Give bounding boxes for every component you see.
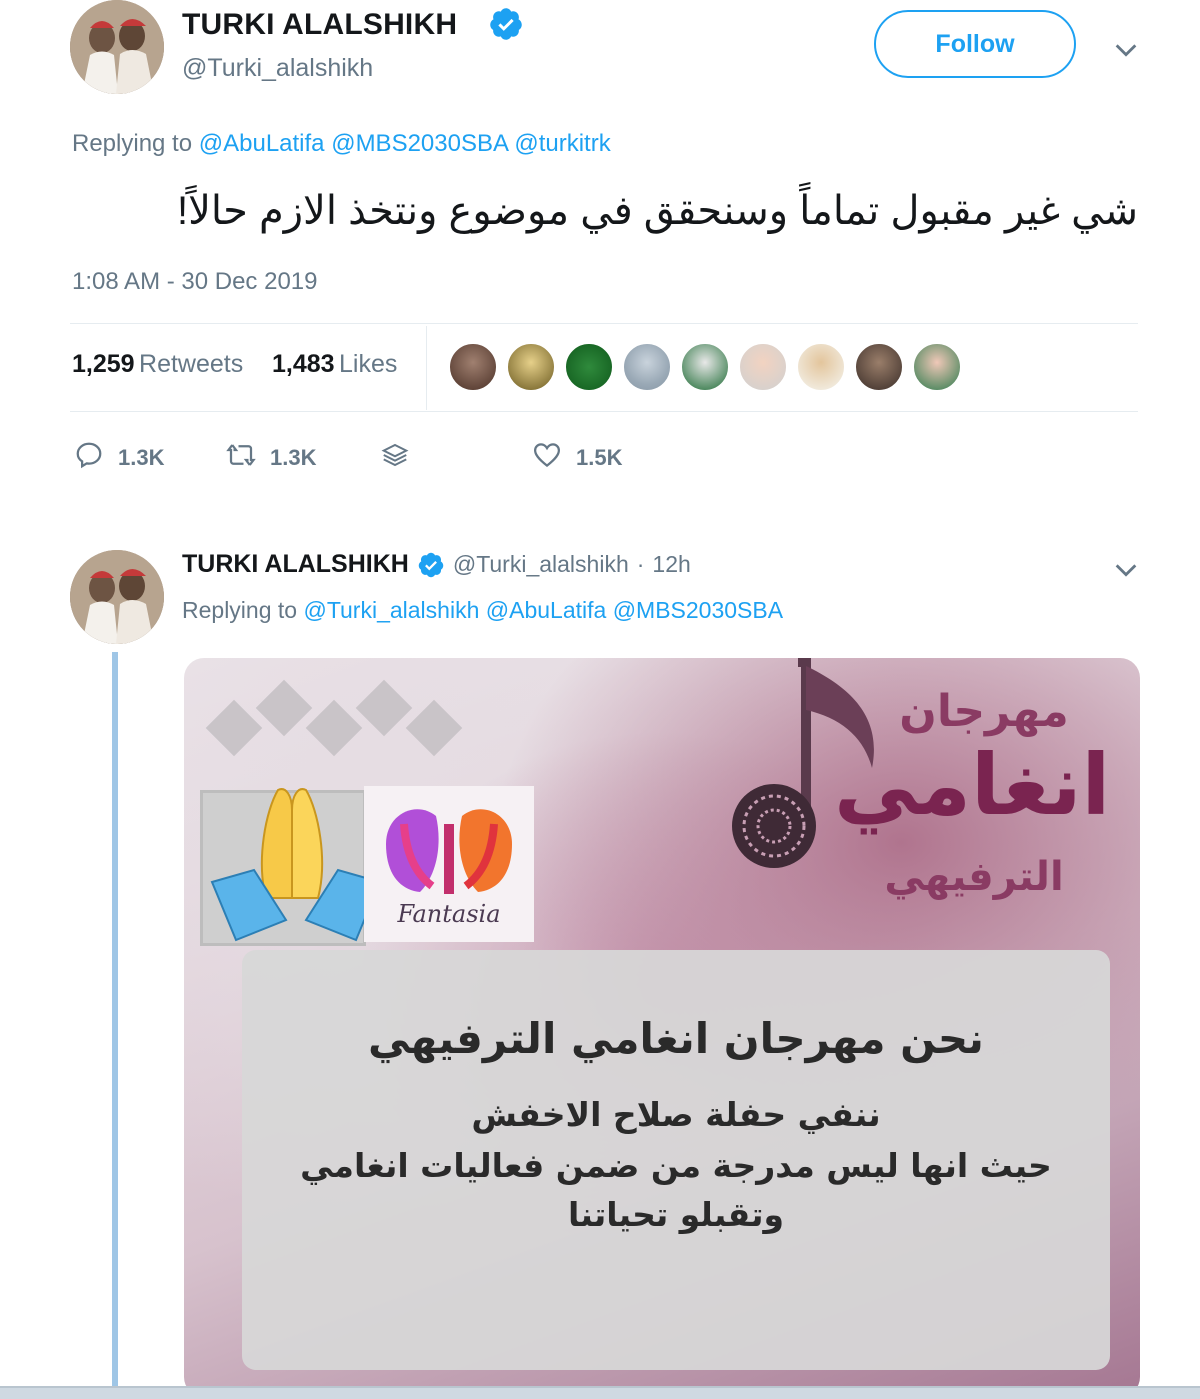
statement-line: حيث انها ليس مدرجة من ضمن فعاليات انغامي xyxy=(300,1146,1052,1185)
liker-avatar[interactable] xyxy=(564,342,614,392)
liker-avatar[interactable] xyxy=(854,342,904,392)
reply-count: 1.3K xyxy=(118,445,165,470)
replying-to: Replying to @Turki_alalshikh @AbuLatifa … xyxy=(182,597,783,624)
chevron-down-icon[interactable] xyxy=(1112,556,1140,584)
author-avatar[interactable] xyxy=(70,0,164,94)
follow-button[interactable]: Follow xyxy=(874,10,1076,78)
fantasia-logo: Fantasia xyxy=(364,786,534,942)
tweet-header: TURKI ALALSHIKH @Turki_alalshikh · 12h xyxy=(182,550,691,579)
verified-icon xyxy=(488,6,524,42)
author-name[interactable]: TURKI ALALSHIKH xyxy=(182,8,457,42)
verified-icon xyxy=(417,551,445,579)
liker-avatar[interactable] xyxy=(448,342,498,392)
bottom-edge-bar xyxy=(0,1386,1200,1399)
liker-avatars xyxy=(448,342,962,392)
mention-link[interactable]: @AbuLatifa xyxy=(199,130,325,157)
mention-link[interactable]: @MBS2030SBA xyxy=(613,597,783,623)
tweet-timestamp[interactable]: 1:08 AM - 30 Dec 2019 xyxy=(72,268,317,296)
statement-heading: نحن مهرجان انغامي الترفيهي xyxy=(368,1014,984,1063)
liker-avatar[interactable] xyxy=(622,342,672,392)
stack-icon xyxy=(380,440,410,476)
retweet-count: 1.3K xyxy=(270,445,317,470)
divider xyxy=(70,411,1138,412)
statement-line: ننفي حفلة صلاح الاخفش xyxy=(471,1095,881,1134)
attached-image[interactable]: Fantasia مهرجان انغامي الترفيهي نحن مهرج… xyxy=(184,658,1140,1397)
liker-avatar[interactable] xyxy=(680,342,730,392)
statement-line: وتقبلو تحياتنا xyxy=(567,1195,785,1234)
header-dot: · xyxy=(636,551,645,577)
like-action[interactable]: 1.5K xyxy=(532,440,622,476)
brand-name: Fantasia xyxy=(397,900,501,928)
author-handle[interactable]: @Turki_alalshikh xyxy=(453,551,629,578)
likes-stat[interactable]: 1,483 Likes xyxy=(272,350,397,379)
like-count: 1.5K xyxy=(576,445,623,470)
likes-count: 1,483 xyxy=(272,350,335,378)
festival-title-main: انغامي xyxy=(834,736,1111,834)
replying-prefix: Replying to xyxy=(72,130,193,157)
share-action[interactable] xyxy=(380,440,410,476)
liker-avatar[interactable] xyxy=(796,342,846,392)
tweet-text: شي غير مقبول تماماً وسنحقق في موضوع ونتخ… xyxy=(177,189,1138,233)
replying-prefix: Replying to xyxy=(182,597,298,623)
heart-icon xyxy=(532,440,562,476)
reply-icon xyxy=(74,440,104,476)
statement-box: نحن مهرجان انغامي الترفيهي ننفي حفلة صلا… xyxy=(242,950,1110,1370)
replying-to: Replying to @AbuLatifa @MBS2030SBA @turk… xyxy=(72,130,611,158)
tweet-age[interactable]: 12h xyxy=(652,551,690,578)
likes-label: Likes xyxy=(339,350,398,378)
festival-title-bottom: الترفيهي xyxy=(884,854,1064,900)
mention-link[interactable]: @Turki_alalshikh xyxy=(303,597,479,623)
retweets-count: 1,259 xyxy=(72,350,135,378)
reply-action[interactable]: 1.3K xyxy=(74,440,164,476)
retweet-stat[interactable]: 1,259 Retweets xyxy=(72,350,243,379)
stats-separator xyxy=(426,326,427,410)
butterfly-faces-icon xyxy=(386,809,512,894)
retweet-icon xyxy=(226,440,256,476)
mention-link[interactable]: @turkitrk xyxy=(514,130,610,157)
festival-title-top: مهرجان xyxy=(899,686,1069,737)
liker-avatar[interactable] xyxy=(738,342,788,392)
author-handle[interactable]: @Turki_alalshikh xyxy=(182,54,373,83)
chevron-down-icon[interactable] xyxy=(1112,36,1140,64)
retweets-label: Retweets xyxy=(139,350,244,378)
author-name[interactable]: TURKI ALALSHIKH xyxy=(182,550,409,579)
author-avatar[interactable] xyxy=(70,550,164,644)
divider xyxy=(70,323,1138,324)
mention-link[interactable]: @AbuLatifa xyxy=(486,597,607,623)
liker-avatar[interactable] xyxy=(506,342,556,392)
liker-avatar[interactable] xyxy=(912,342,962,392)
retweet-action[interactable]: 1.3K xyxy=(226,440,316,476)
praying-hands-icon xyxy=(210,788,382,942)
mention-link[interactable]: @MBS2030SBA xyxy=(331,130,507,157)
thread-connector xyxy=(112,652,118,1397)
